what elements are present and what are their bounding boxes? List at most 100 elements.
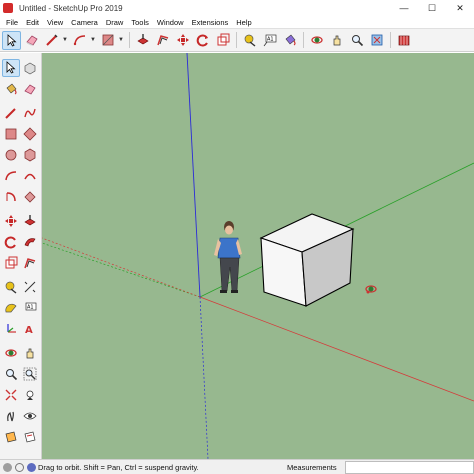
measurements-input[interactable] <box>345 461 474 474</box>
zoom-window-icon[interactable] <box>21 365 39 383</box>
position-camera-icon[interactable] <box>21 386 39 404</box>
svg-text:A1: A1 <box>267 37 274 43</box>
arc-icon[interactable] <box>2 167 20 185</box>
select-icon[interactable] <box>2 30 21 50</box>
red-axis-negative <box>42 237 201 298</box>
svg-text:A: A <box>25 325 33 336</box>
polygon-icon[interactable] <box>21 146 39 164</box>
toolbar-divider <box>303 32 304 48</box>
model-viewport[interactable] <box>42 53 474 459</box>
toolbar-divider <box>129 32 130 48</box>
move-icon[interactable] <box>173 31 192 50</box>
rectangle-icon[interactable] <box>2 125 20 143</box>
push-pull-icon[interactable] <box>133 31 152 50</box>
text-icon[interactable]: A1 <box>21 299 39 317</box>
menu-bar: File Edit View Camera Draw Tools Window … <box>0 16 474 28</box>
offset-icon[interactable] <box>153 31 172 50</box>
make-component-icon[interactable] <box>21 59 39 77</box>
rotated-rectangle-icon[interactable] <box>21 125 39 143</box>
select-icon[interactable] <box>2 58 20 77</box>
user-icon[interactable] <box>27 462 36 472</box>
svg-text:A1: A1 <box>27 304 34 310</box>
paint-bucket-icon[interactable] <box>2 80 20 98</box>
orbit-cursor-icon <box>365 285 377 294</box>
blue-axis-negative <box>199 296 209 459</box>
circle-icon[interactable] <box>2 146 20 164</box>
line-icon[interactable] <box>2 104 20 122</box>
zoom-extents-icon[interactable] <box>367 31 386 50</box>
zoom-icon[interactable] <box>347 31 366 50</box>
arc-icon[interactable] <box>70 31 89 50</box>
three-point-arc-icon[interactable] <box>21 188 39 206</box>
menu-draw[interactable]: Draw <box>102 18 128 27</box>
orbit-icon[interactable] <box>307 31 326 50</box>
follow-me-icon[interactable] <box>21 233 39 251</box>
dimension-icon[interactable] <box>21 278 39 296</box>
orbit-icon[interactable] <box>2 344 20 362</box>
zoom-extents-icon[interactable] <box>2 386 20 404</box>
tape-measure-icon[interactable] <box>240 31 259 50</box>
main-toolbar: ▼ ▼ ▼ A1 <box>0 28 474 52</box>
scale-icon[interactable] <box>213 31 232 50</box>
pan-icon[interactable] <box>21 344 39 362</box>
eraser-icon[interactable] <box>21 80 39 98</box>
menu-help[interactable]: Help <box>232 18 255 27</box>
box-model[interactable] <box>259 213 355 307</box>
viewport-canvas[interactable] <box>42 53 474 459</box>
window-controls: — ☐ ✕ <box>390 0 474 16</box>
scale-icon[interactable] <box>2 254 20 272</box>
credits-icon[interactable] <box>15 462 24 472</box>
two-point-arc-icon[interactable] <box>21 167 39 185</box>
pan-icon[interactable] <box>327 31 346 50</box>
3d-text-icon[interactable]: A <box>21 320 39 338</box>
window-title: Untitled - SketchUp Pro 2019 <box>19 3 123 13</box>
green-axis-negative <box>42 242 201 298</box>
section-plane-icon[interactable] <box>2 428 20 446</box>
chevron-down-icon[interactable]: ▼ <box>90 31 96 50</box>
protractor-icon[interactable] <box>2 299 20 317</box>
warehouse-icon[interactable] <box>394 31 413 50</box>
red-axis-positive <box>199 296 474 402</box>
measurements-label: Measurements <box>287 463 337 472</box>
eraser-icon[interactable] <box>22 31 41 50</box>
push-pull-icon[interactable] <box>21 212 39 230</box>
rotate-icon[interactable] <box>2 233 20 251</box>
display-section-icon[interactable] <box>21 428 39 446</box>
chevron-down-icon[interactable]: ▼ <box>118 31 124 50</box>
rectangle-icon[interactable] <box>98 31 117 50</box>
status-icons <box>0 460 38 474</box>
menu-window[interactable]: Window <box>153 18 188 27</box>
geo-location-icon[interactable] <box>3 462 12 472</box>
menu-camera[interactable]: Camera <box>67 18 102 27</box>
tape-measure-icon[interactable] <box>2 278 20 296</box>
toolbar-divider <box>390 32 391 48</box>
menu-edit[interactable]: Edit <box>22 18 43 27</box>
pie-icon[interactable] <box>2 188 20 206</box>
menu-file[interactable]: File <box>2 18 22 27</box>
close-button[interactable]: ✕ <box>446 0 474 16</box>
look-around-icon[interactable] <box>21 407 39 425</box>
walk-icon[interactable] <box>2 407 20 425</box>
paint-bucket-icon[interactable] <box>280 31 299 50</box>
maximize-button[interactable]: ☐ <box>418 0 446 16</box>
freehand-icon[interactable] <box>21 104 39 122</box>
rotate-icon[interactable] <box>193 31 212 50</box>
menu-view[interactable]: View <box>43 18 67 27</box>
left-toolbar: A1 A <box>0 53 42 459</box>
toolbar-divider <box>236 32 237 48</box>
text-icon[interactable]: A1 <box>260 31 279 50</box>
axes-icon[interactable] <box>2 320 20 338</box>
menu-tools[interactable]: Tools <box>127 18 153 27</box>
line-icon[interactable] <box>42 31 61 50</box>
title-bar: Untitled - SketchUp Pro 2019 — ☐ ✕ <box>0 0 474 16</box>
offset-icon[interactable] <box>21 254 39 272</box>
chevron-down-icon[interactable]: ▼ <box>62 31 68 50</box>
blue-axis-positive <box>186 53 201 298</box>
minimize-button[interactable]: — <box>390 0 418 16</box>
scale-figure-person[interactable] <box>214 221 242 293</box>
move-icon[interactable] <box>2 212 20 230</box>
status-hint: Drag to orbit. Shift = Pan, Ctrl = suspe… <box>38 462 199 472</box>
zoom-icon[interactable] <box>2 365 20 383</box>
sketchup-app-icon <box>3 3 13 13</box>
menu-extensions[interactable]: Extensions <box>188 18 233 27</box>
